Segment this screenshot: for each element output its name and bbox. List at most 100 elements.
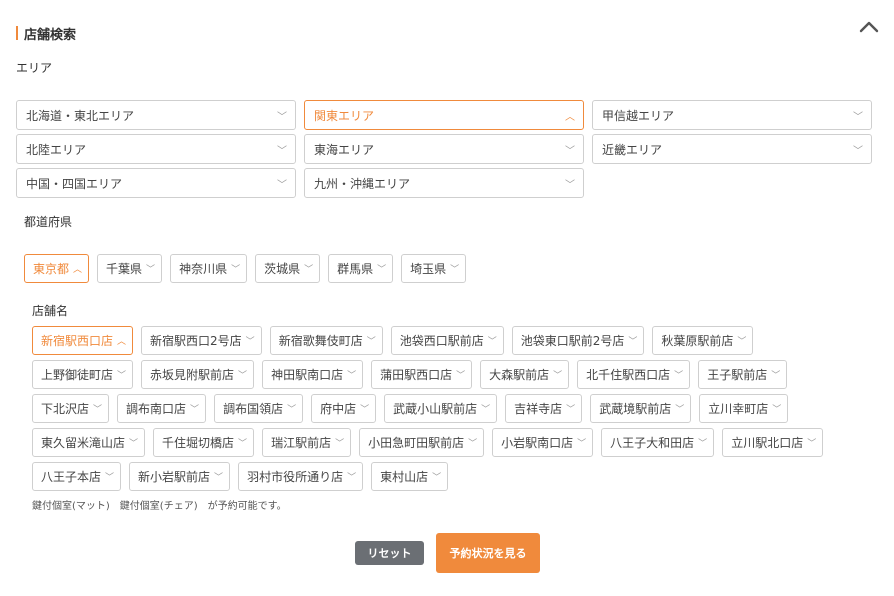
chevron-down-icon: ﹀ <box>129 439 139 449</box>
store-label: 店舗名 <box>32 304 69 318</box>
chip-label: 蒲田駅西口店 <box>380 368 453 382</box>
chip-label: 群馬県 <box>337 262 374 276</box>
area-select-label: 北海道・東北エリア <box>26 108 135 123</box>
chip-label: 東久留米滝山店 <box>41 436 126 450</box>
chip-label: 小田急町田駅前店 <box>368 436 465 450</box>
chevron-down-icon: ﹀ <box>277 145 287 157</box>
store-chip[interactable]: 千住堀切橋店 ﹀ <box>153 428 255 457</box>
store-chip[interactable]: 新宿駅西口2号店 ﹀ <box>141 326 262 355</box>
header-accent-bar <box>16 26 18 40</box>
store-chip[interactable]: 府中店 ﹀ <box>311 394 377 423</box>
store-chip[interactable]: 池袋東口駅前2号店 ﹀ <box>511 326 645 355</box>
chip-label: 府中店 <box>320 402 357 416</box>
prefecture-chip-kanagawa[interactable]: 神奈川県 ﹀ <box>170 254 248 283</box>
store-chip[interactable]: 秋葉原駅前店 ﹀ <box>652 326 754 355</box>
chevron-down-icon: ﹀ <box>468 439 478 449</box>
store-chip[interactable]: 神田駅南口店 ﹀ <box>262 360 364 389</box>
area-select-tokai[interactable]: 東海エリア ﹀ <box>304 134 584 164</box>
store-chip[interactable]: 東久留米滝山店 ﹀ <box>32 428 146 457</box>
chip-label: 八王子大和田店 <box>610 436 695 450</box>
chip-label: 秋葉原駅前店 <box>661 334 734 348</box>
chip-label: 下北沢店 <box>41 402 90 416</box>
chip-label: 新宿駅西口2号店 <box>150 334 242 348</box>
prefecture-chip-ibaraki[interactable]: 茨城県 ﹀ <box>255 254 321 283</box>
prefecture-chip-gunma[interactable]: 群馬県 ﹀ <box>328 254 394 283</box>
chevron-down-icon: ﹀ <box>456 371 466 381</box>
reset-button[interactable]: リセット <box>355 541 424 565</box>
store-chip[interactable]: 北千住駅西口店 ﹀ <box>577 360 691 389</box>
chevron-down-icon: ﹀ <box>335 439 345 449</box>
store-chip[interactable]: 立川駅北口店 ﹀ <box>722 428 824 457</box>
chip-label: 千葉県 <box>106 262 143 276</box>
chevron-down-icon: ﹀ <box>238 439 248 449</box>
chevron-down-icon: ﹀ <box>347 371 357 381</box>
area-select-kinki[interactable]: 近畿エリア ﹀ <box>592 134 872 164</box>
chevron-down-icon: ﹀ <box>772 405 782 415</box>
area-select-hokkaido-tohoku[interactable]: 北海道・東北エリア ﹀ <box>16 100 296 130</box>
store-chip[interactable]: 新小岩駅前店 ﹀ <box>129 462 231 491</box>
chevron-down-icon: ﹀ <box>675 405 685 415</box>
chip-label: 池袋東口駅前2号店 <box>520 334 625 348</box>
chevron-down-icon: ﹀ <box>231 265 241 275</box>
store-chip[interactable]: 東村山店 ﹀ <box>371 462 449 491</box>
store-chip[interactable]: 八王子大和田店 ﹀ <box>601 428 715 457</box>
area-select-hokuriku[interactable]: 北陸エリア ﹀ <box>16 134 296 164</box>
store-chip[interactable]: 小岩駅南口店 ﹀ <box>492 428 594 457</box>
chevron-down-icon: ﹀ <box>93 405 103 415</box>
store-chip[interactable]: 小田急町田駅前店 ﹀ <box>359 428 485 457</box>
view-availability-button[interactable]: 予約状況を見る <box>436 533 540 573</box>
area-select-label: 甲信越エリア <box>602 108 675 123</box>
chevron-down-icon: ﹀ <box>698 439 708 449</box>
store-chip[interactable]: 瑞江駅前店 ﹀ <box>262 428 352 457</box>
prefecture-label: 都道府県 <box>24 215 73 229</box>
prefecture-chip-saitama[interactable]: 埼玉県 ﹀ <box>401 254 467 283</box>
chip-label: 羽村市役所通り店 <box>247 470 344 484</box>
store-chip[interactable]: 大森駅前店 ﹀ <box>480 360 570 389</box>
area-select-label: 北陸エリア <box>26 142 87 157</box>
store-chip[interactable]: 池袋西口駅前店 ﹀ <box>390 326 504 355</box>
store-chip[interactable]: 調布国領店 ﹀ <box>214 394 304 423</box>
area-select-koshinetsu[interactable]: 甲信越エリア ﹀ <box>592 100 872 130</box>
store-chip[interactable]: 上野御徒町店 ﹀ <box>32 360 134 389</box>
chevron-down-icon: ﹀ <box>553 371 563 381</box>
store-chip[interactable]: 吉祥寺店 ﹀ <box>505 394 583 423</box>
chip-label: 埼玉県 <box>410 262 447 276</box>
area-select-label: 九州・沖縄エリア <box>314 176 411 191</box>
area-select-kyushu-okinawa[interactable]: 九州・沖縄エリア ﹀ <box>304 168 584 198</box>
store-chip[interactable]: 蒲田駅西口店 ﹀ <box>371 360 473 389</box>
chip-label: 小岩駅南口店 <box>501 436 574 450</box>
store-chip[interactable]: 羽村市役所通り店 ﹀ <box>238 462 364 491</box>
prefecture-chip-tokyo[interactable]: 東京都 ︿ <box>24 254 90 283</box>
chip-label: 池袋西口駅前店 <box>399 334 484 348</box>
chip-label: 立川幸町店 <box>708 402 769 416</box>
store-chip[interactable]: 武蔵小山駅前店 ﹀ <box>384 394 498 423</box>
chip-label: 神奈川県 <box>179 262 228 276</box>
store-chip[interactable]: 新宿歌舞伎町店 ﹀ <box>269 326 383 355</box>
area-select-chugoku-shikoku[interactable]: 中国・四国エリア ﹀ <box>16 168 296 198</box>
chip-label: 新小岩駅前店 <box>138 470 211 484</box>
prefecture-chip-chiba[interactable]: 千葉県 ﹀ <box>97 254 163 283</box>
chip-label: 武蔵小山駅前店 <box>393 402 478 416</box>
chevron-down-icon: ﹀ <box>481 405 491 415</box>
chip-label: 茨城県 <box>264 262 301 276</box>
store-chip[interactable]: 調布南口店 ﹀ <box>117 394 207 423</box>
chevron-down-icon: ﹀ <box>146 265 156 275</box>
store-chip[interactable]: 下北沢店 ﹀ <box>32 394 110 423</box>
store-chip[interactable]: 八王子本店 ﹀ <box>32 462 122 491</box>
store-chip[interactable]: 武蔵境駅前店 ﹀ <box>590 394 692 423</box>
section-header: 店舗検索 <box>16 24 76 43</box>
store-chip[interactable]: 新宿駅西口店 ︿ <box>32 326 134 355</box>
chevron-down-icon: ﹀ <box>377 265 387 275</box>
chevron-down-icon: ﹀ <box>238 371 248 381</box>
chip-label: 新宿駅西口店 <box>41 334 114 348</box>
chevron-down-icon: ﹀ <box>450 265 460 275</box>
store-chip[interactable]: 王子駅前店 ﹀ <box>698 360 788 389</box>
area-select-label: 東海エリア <box>314 142 375 157</box>
store-chip[interactable]: 立川幸町店 ﹀ <box>699 394 789 423</box>
chevron-up-icon[interactable] <box>857 17 881 37</box>
chip-label: 神田駅南口店 <box>271 368 344 382</box>
area-select-kanto[interactable]: 関東エリア ︿ <box>304 100 584 130</box>
reservation-note: 鍵付個室(マット) 鍵付個室(チェア) が予約可能です。 <box>32 501 287 512</box>
store-chip[interactable]: 赤坂見附駅前店 ﹀ <box>141 360 255 389</box>
chevron-down-icon: ﹀ <box>853 111 863 123</box>
